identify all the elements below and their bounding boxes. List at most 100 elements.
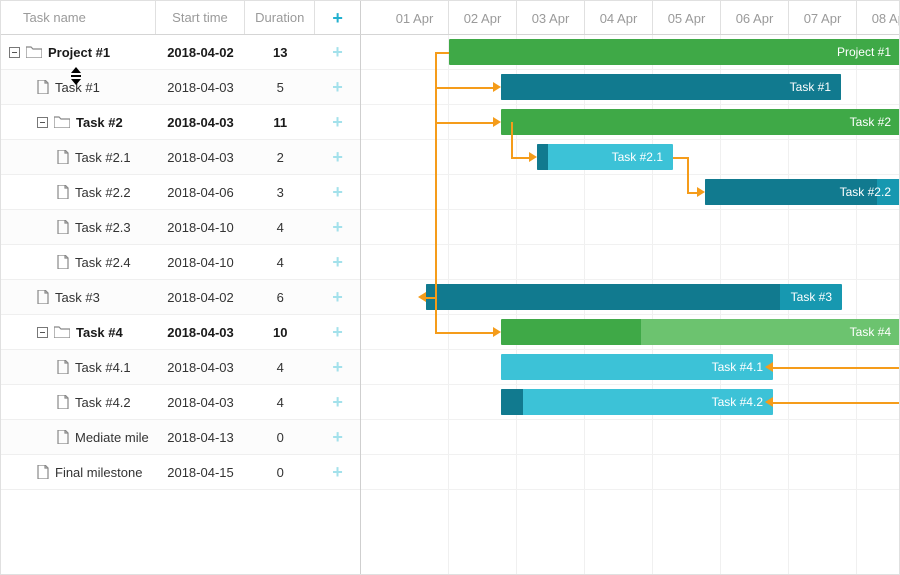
grid-row[interactable]: Task #12018-04-035+	[1, 70, 360, 105]
timeline-tick: 01 Apr	[381, 1, 449, 34]
cell-duration: 6	[245, 290, 315, 305]
timeline-tick: 08 Apr	[857, 1, 899, 34]
gantt-chart[interactable]: Project #1 Task #1 Task #2 Task #2.1 Task #2…	[361, 35, 899, 575]
cell-start: 2018-04-03	[156, 395, 246, 410]
cell-duration: 3	[245, 185, 315, 200]
dependency-link	[687, 157, 689, 192]
grid-row[interactable]: Task #22018-04-0311+	[1, 105, 360, 140]
task-name-label: Task #2	[76, 115, 123, 130]
plus-icon: +	[332, 392, 343, 412]
task-name-label: Task #3	[55, 290, 100, 305]
task-name-label: Task #4.2	[75, 395, 131, 410]
grid-row[interactable]: Task #2.22018-04-063+	[1, 175, 360, 210]
cell-name: Task #3	[1, 290, 156, 305]
col-header-start[interactable]: Start time	[156, 1, 246, 34]
grid-row[interactable]: Task #42018-04-0310+	[1, 315, 360, 350]
dependency-link	[435, 122, 493, 124]
grid-row[interactable]: Task #4.2 2018-04-034 +	[1, 385, 360, 420]
group-bar[interactable]: Task #4	[501, 319, 899, 345]
task-bar[interactable]: Task #3	[426, 284, 842, 310]
group-bar[interactable]: Task #2	[501, 109, 899, 135]
plus-icon: +	[332, 112, 343, 132]
bar-label: Task #2	[850, 115, 891, 129]
add-row-button[interactable]: +	[315, 288, 360, 306]
link-arrow-icon	[493, 82, 501, 92]
grid-row[interactable]: Final milestone2018-04-150+	[1, 455, 360, 490]
plus-icon: +	[332, 9, 343, 27]
cell-duration: 2	[245, 150, 315, 165]
add-row-button[interactable]: +	[315, 78, 360, 96]
bar-label: Task #1	[790, 80, 831, 94]
group-bar[interactable]: Project #1	[449, 39, 899, 65]
bar-label: Task #4.1	[712, 360, 763, 374]
task-bar[interactable]: Task #2.2	[705, 179, 899, 205]
task-name-label: Task #2.4	[75, 255, 131, 270]
cell-duration: 4	[245, 395, 315, 410]
grid-row[interactable]: Mediate mile2018-04-130+	[1, 420, 360, 455]
dependency-link	[773, 367, 899, 369]
file-icon	[57, 360, 69, 374]
link-arrow-icon	[765, 362, 773, 372]
add-row-button[interactable]: +	[315, 218, 360, 236]
grid-row[interactable]: Task #2.12018-04-032+	[1, 140, 360, 175]
add-row-button[interactable]: +	[315, 428, 360, 446]
cell-start: 2018-04-03	[156, 80, 246, 95]
grid-row-line	[361, 455, 899, 490]
gantt-app: Task name Start time Duration + 01 Apr02…	[0, 0, 900, 575]
dependency-link	[435, 87, 493, 89]
add-row-button[interactable]: +	[315, 148, 360, 166]
task-name-label: Task #4	[76, 325, 123, 340]
grid-row-line	[361, 210, 899, 245]
link-arrow-icon	[493, 327, 501, 337]
task-name-label: Task #4.1	[75, 360, 131, 375]
expand-toggle[interactable]	[37, 327, 48, 338]
task-bar[interactable]: Task #4.1	[501, 354, 773, 380]
add-row-button[interactable]: +	[315, 323, 360, 341]
plus-icon: +	[332, 462, 343, 482]
progress-fill	[537, 144, 548, 170]
cell-duration: 4	[245, 255, 315, 270]
folder-icon	[26, 46, 42, 58]
cell-name: Task #1	[1, 80, 156, 95]
add-row-button[interactable]: +	[315, 253, 360, 271]
timeline-header: 01 Apr02 Apr03 Apr04 Apr05 Apr06 Apr07 A…	[361, 1, 899, 34]
expand-toggle[interactable]	[37, 117, 48, 128]
add-row-button[interactable]: +	[315, 393, 360, 411]
add-row-button[interactable]: +	[315, 183, 360, 201]
task-name-label: Task #2.1	[75, 150, 131, 165]
cell-name: Task #2.4	[1, 255, 156, 270]
cell-name: Task #2.2	[1, 185, 156, 200]
file-icon	[57, 395, 69, 409]
col-header-duration[interactable]: Duration	[245, 1, 315, 34]
add-row-button[interactable]: +	[315, 358, 360, 376]
col-header-add[interactable]: +	[315, 1, 360, 34]
plus-icon: +	[332, 77, 343, 97]
link-arrow-icon	[493, 117, 501, 127]
task-bar[interactable]: Task #2.1	[537, 144, 673, 170]
task-name-label: Task #2.3	[75, 220, 131, 235]
task-bar[interactable]: Task #1	[501, 74, 841, 100]
expand-toggle[interactable]	[9, 47, 20, 58]
dependency-link	[673, 157, 687, 159]
timeline-tick: 07 Apr	[789, 1, 857, 34]
grid-row[interactable]: Task #2.32018-04-104+	[1, 210, 360, 245]
add-row-button[interactable]: +	[315, 463, 360, 481]
grid-row[interactable]: Task #4.12018-04-034+	[1, 350, 360, 385]
grid-header: Task name Start time Duration +	[1, 1, 361, 34]
bar-label: Task #2.1	[612, 150, 663, 164]
task-name-label: Task #1	[55, 80, 100, 95]
col-header-name[interactable]: Task name	[1, 1, 156, 34]
link-arrow-icon	[697, 187, 705, 197]
dependency-link	[511, 122, 513, 157]
dependency-link	[435, 332, 493, 334]
add-row-button[interactable]: +	[315, 113, 360, 131]
cell-duration: 10	[245, 325, 315, 340]
dependency-link	[511, 157, 529, 159]
grid-row[interactable]: Task #32018-04-026+	[1, 280, 360, 315]
task-bar[interactable]: Task #4.2	[501, 389, 773, 415]
cell-name: Task #2	[1, 115, 156, 130]
grid-row[interactable]: Task #2.42018-04-104+	[1, 245, 360, 280]
grid-row[interactable]: Project #12018-04-0213+	[1, 35, 360, 70]
add-row-button[interactable]: +	[315, 43, 360, 61]
body: Project #12018-04-0213+ Task #1 2018-04-03…	[1, 35, 899, 575]
